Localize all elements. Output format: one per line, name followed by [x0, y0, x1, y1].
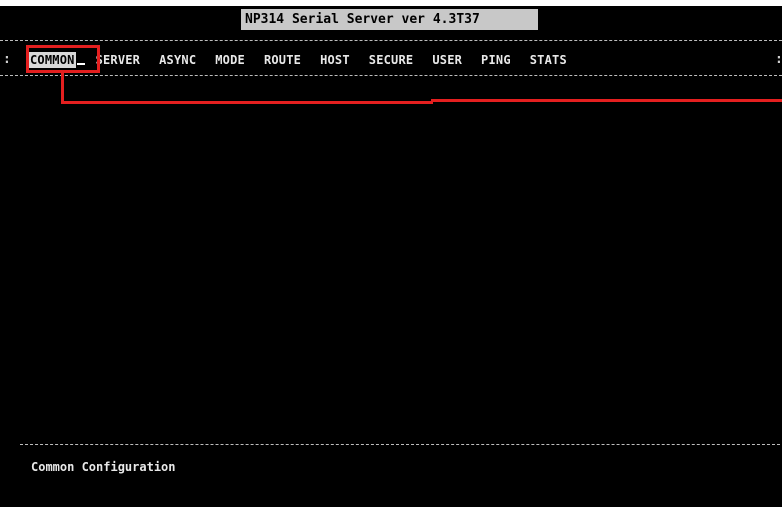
title-text: NP314 Serial Server ver 4.3T37 — [245, 12, 480, 27]
callout-line-vertical — [61, 72, 64, 103]
menu-left-edge: : — [3, 52, 11, 67]
main-menu: COMMON SERVER ASYNC MODE ROUTE HOST SECU… — [29, 51, 567, 69]
menu-item-host[interactable]: HOST — [320, 52, 350, 68]
menu-item-user[interactable]: USER — [432, 52, 462, 68]
highlight-box — [26, 45, 100, 73]
menu-item-async[interactable]: ASYNC — [159, 52, 196, 68]
menu-item-server[interactable]: SERVER — [96, 52, 141, 68]
menu-item-stats[interactable]: STATS — [530, 52, 567, 68]
menu-item-ping[interactable]: PING — [481, 52, 511, 68]
status-divider — [20, 444, 780, 445]
menu-bottom-divider — [0, 75, 782, 76]
menu-top-divider — [0, 40, 782, 41]
callout-line-horizontal-left — [61, 101, 433, 104]
menu-right-edge: : — [775, 52, 782, 68]
menu-item-route[interactable]: ROUTE — [264, 52, 301, 68]
status-line: Common Configuration — [31, 460, 176, 474]
menu-item-mode[interactable]: MODE — [215, 52, 245, 68]
menu-item-secure[interactable]: SECURE — [369, 52, 414, 68]
terminal-screen — [0, 6, 782, 507]
title-bar: NP314 Serial Server ver 4.3T37 — [241, 9, 538, 30]
callout-line-horizontal-right — [431, 99, 782, 102]
